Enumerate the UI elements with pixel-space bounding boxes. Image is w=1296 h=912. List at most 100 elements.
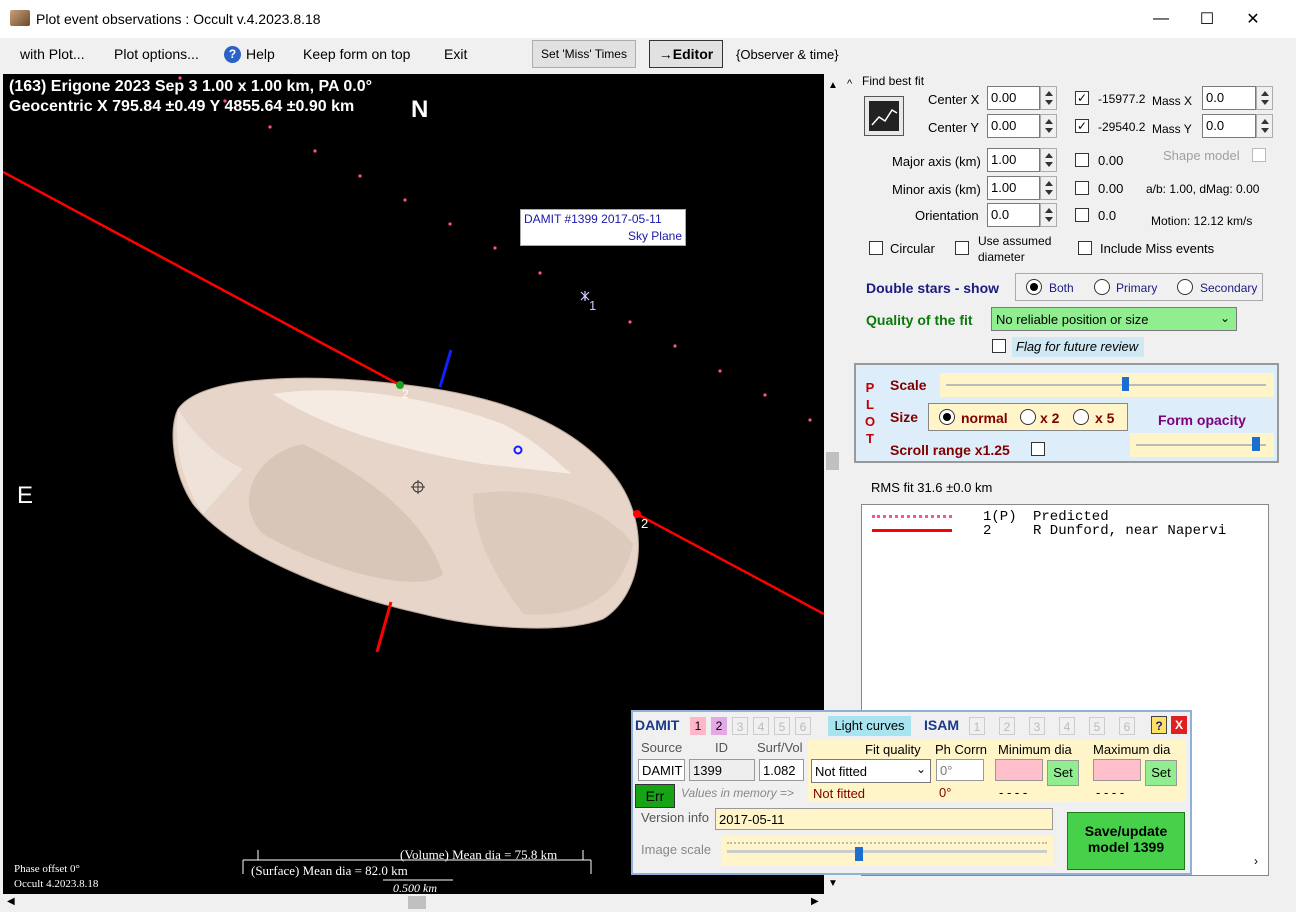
min-dia-field[interactable]	[995, 759, 1043, 781]
panel-scroll-up-icon[interactable]: ^	[847, 78, 852, 90]
center-x-spinner[interactable]	[1040, 86, 1057, 110]
horizontal-scroll-thumb[interactable]	[408, 896, 426, 909]
isam-view-4[interactable]: 4	[1059, 717, 1075, 735]
mass-x-spinner[interactable]	[1256, 86, 1273, 110]
menu-help[interactable]: Help	[246, 46, 275, 62]
form-opacity-slider-thumb[interactable]	[1251, 437, 1260, 451]
center-x-input[interactable]: 0.00	[987, 86, 1040, 110]
min-dia-set-button[interactable]: Set	[1047, 760, 1079, 786]
include-miss-checkbox[interactable]	[1078, 241, 1092, 255]
scroll-right-icon[interactable]: ▶	[811, 896, 819, 907]
editor-button[interactable]: →Editor	[649, 40, 723, 68]
menu-keep-on-top[interactable]: Keep form on top	[303, 46, 410, 62]
image-scale-thumb[interactable]	[855, 847, 863, 861]
isam-view-6[interactable]: 6	[1119, 717, 1135, 735]
center-y-input[interactable]: 0.00	[987, 114, 1040, 138]
scale-slider-thumb[interactable]	[1122, 377, 1129, 391]
max-dia-memory: - - - -	[1096, 785, 1125, 800]
menu-with-plot[interactable]: with Plot...	[20, 46, 85, 62]
damit-view-5[interactable]: 5	[774, 717, 790, 735]
size-x2-label: x 2	[1040, 410, 1060, 426]
isam-view-5[interactable]: 5	[1089, 717, 1105, 735]
surfvol-field[interactable]: 1.082	[759, 759, 804, 781]
fit-quality-dropdown[interactable]: Not fitted ⌄	[811, 759, 931, 783]
mass-x-input[interactable]: 0.0	[1202, 86, 1256, 110]
plot-horizontal-scrollbar[interactable]: ◀ ▶	[3, 894, 841, 911]
scroll-range-label: Scroll range x1.25	[890, 442, 1010, 458]
menu-bar: with Plot... Plot options... ? Help Keep…	[0, 38, 1296, 72]
circular-checkbox[interactable]	[869, 241, 883, 255]
mass-y-input[interactable]: 0.0	[1202, 114, 1256, 138]
size-x2-radio[interactable]	[1020, 409, 1036, 425]
damit-view-3[interactable]: 3	[732, 717, 748, 735]
size-x5-label: x 5	[1095, 410, 1115, 426]
observer-time-label[interactable]: {Observer & time}	[736, 47, 839, 62]
shape-model-checkbox[interactable]	[1252, 148, 1266, 162]
size-normal-label: normal	[961, 410, 1008, 426]
ph-corr-field[interactable]: 0°	[936, 759, 984, 781]
damit-view-1[interactable]: 1	[690, 717, 706, 735]
minimize-button[interactable]: —	[1138, 0, 1184, 38]
asteroid-shape	[172, 377, 639, 629]
damit-view-4[interactable]: 4	[753, 717, 769, 735]
err-button[interactable]: Err	[635, 784, 675, 808]
scroll-left-icon[interactable]: ◀	[7, 896, 15, 907]
scroll-down-icon[interactable]: ▼	[828, 878, 838, 889]
secondary-radio[interactable]	[1177, 279, 1193, 295]
menu-plot-options[interactable]: Plot options...	[114, 46, 199, 62]
use-assumed-diameter-checkbox[interactable]	[955, 241, 969, 255]
quality-dropdown[interactable]: No reliable position or size ⌄	[991, 307, 1237, 331]
scale-slider[interactable]	[940, 373, 1274, 397]
damit-view-6[interactable]: 6	[795, 717, 811, 735]
center-x-checkbox[interactable]: ✓	[1075, 91, 1089, 105]
find-best-fit-button[interactable]	[864, 96, 904, 136]
menu-exit[interactable]: Exit	[444, 46, 467, 62]
maximize-button[interactable]: ☐	[1184, 0, 1230, 38]
id-field[interactable]: 1399	[689, 759, 755, 781]
isam-title: ISAM	[924, 717, 959, 733]
ph-corr-label: Ph Corrn	[935, 742, 988, 757]
orientation-checkbox[interactable]	[1075, 208, 1089, 222]
flag-review-checkbox[interactable]	[992, 339, 1006, 353]
scroll-up-icon[interactable]: ▲	[828, 80, 838, 91]
version-info-field[interactable]: 2017-05-11	[715, 808, 1053, 830]
orientation-input[interactable]: 0.0	[987, 203, 1040, 227]
max-dia-set-button[interactable]: Set	[1145, 760, 1177, 786]
legend-scroll-right-icon[interactable]: ›	[1254, 854, 1258, 868]
major-axis-input[interactable]: 1.00	[987, 148, 1040, 172]
center-y-checkbox[interactable]: ✓	[1075, 119, 1089, 133]
ph-corr-memory: 0°	[939, 785, 952, 800]
save-update-model-button[interactable]: Save/update model 1399	[1067, 812, 1185, 870]
minor-axis-spinner[interactable]	[1040, 176, 1057, 200]
center-y-spinner[interactable]	[1040, 114, 1057, 138]
form-opacity-slider[interactable]	[1130, 433, 1274, 457]
both-radio[interactable]	[1026, 279, 1042, 295]
primary-radio[interactable]	[1094, 279, 1110, 295]
major-axis-value: 0.00	[1098, 153, 1124, 168]
size-x5-radio[interactable]	[1073, 409, 1089, 425]
plot-vertical-label: P L O T	[864, 379, 876, 447]
isam-view-1[interactable]: 1	[969, 717, 985, 735]
minor-axis-checkbox[interactable]	[1075, 181, 1089, 195]
scroll-range-checkbox[interactable]	[1031, 442, 1045, 456]
set-miss-times-button[interactable]: Set 'Miss' Times	[532, 40, 636, 68]
max-dia-field[interactable]	[1093, 759, 1141, 781]
source-field[interactable]: DAMIT	[638, 759, 685, 781]
major-axis-spinner[interactable]	[1040, 148, 1057, 172]
damit-close-button[interactable]: X	[1171, 716, 1187, 734]
minor-axis-input[interactable]: 1.00	[987, 176, 1040, 200]
damit-view-2[interactable]: 2	[711, 717, 727, 735]
light-curves-button[interactable]: Light curves	[828, 716, 911, 736]
isam-view-2[interactable]: 2	[999, 717, 1015, 735]
help-icon[interactable]: ?	[224, 46, 241, 63]
center-y-value: -29540.2	[1098, 120, 1146, 134]
vertical-scroll-thumb[interactable]	[826, 452, 839, 470]
major-axis-checkbox[interactable]	[1075, 153, 1089, 167]
orientation-spinner[interactable]	[1040, 203, 1057, 227]
isam-view-3[interactable]: 3	[1029, 717, 1045, 735]
damit-help-button[interactable]: ?	[1151, 716, 1167, 734]
size-normal-radio[interactable]	[939, 409, 955, 425]
mass-y-spinner[interactable]	[1256, 114, 1273, 138]
image-scale-slider[interactable]	[721, 836, 1053, 866]
close-button[interactable]: ✕	[1230, 0, 1276, 38]
